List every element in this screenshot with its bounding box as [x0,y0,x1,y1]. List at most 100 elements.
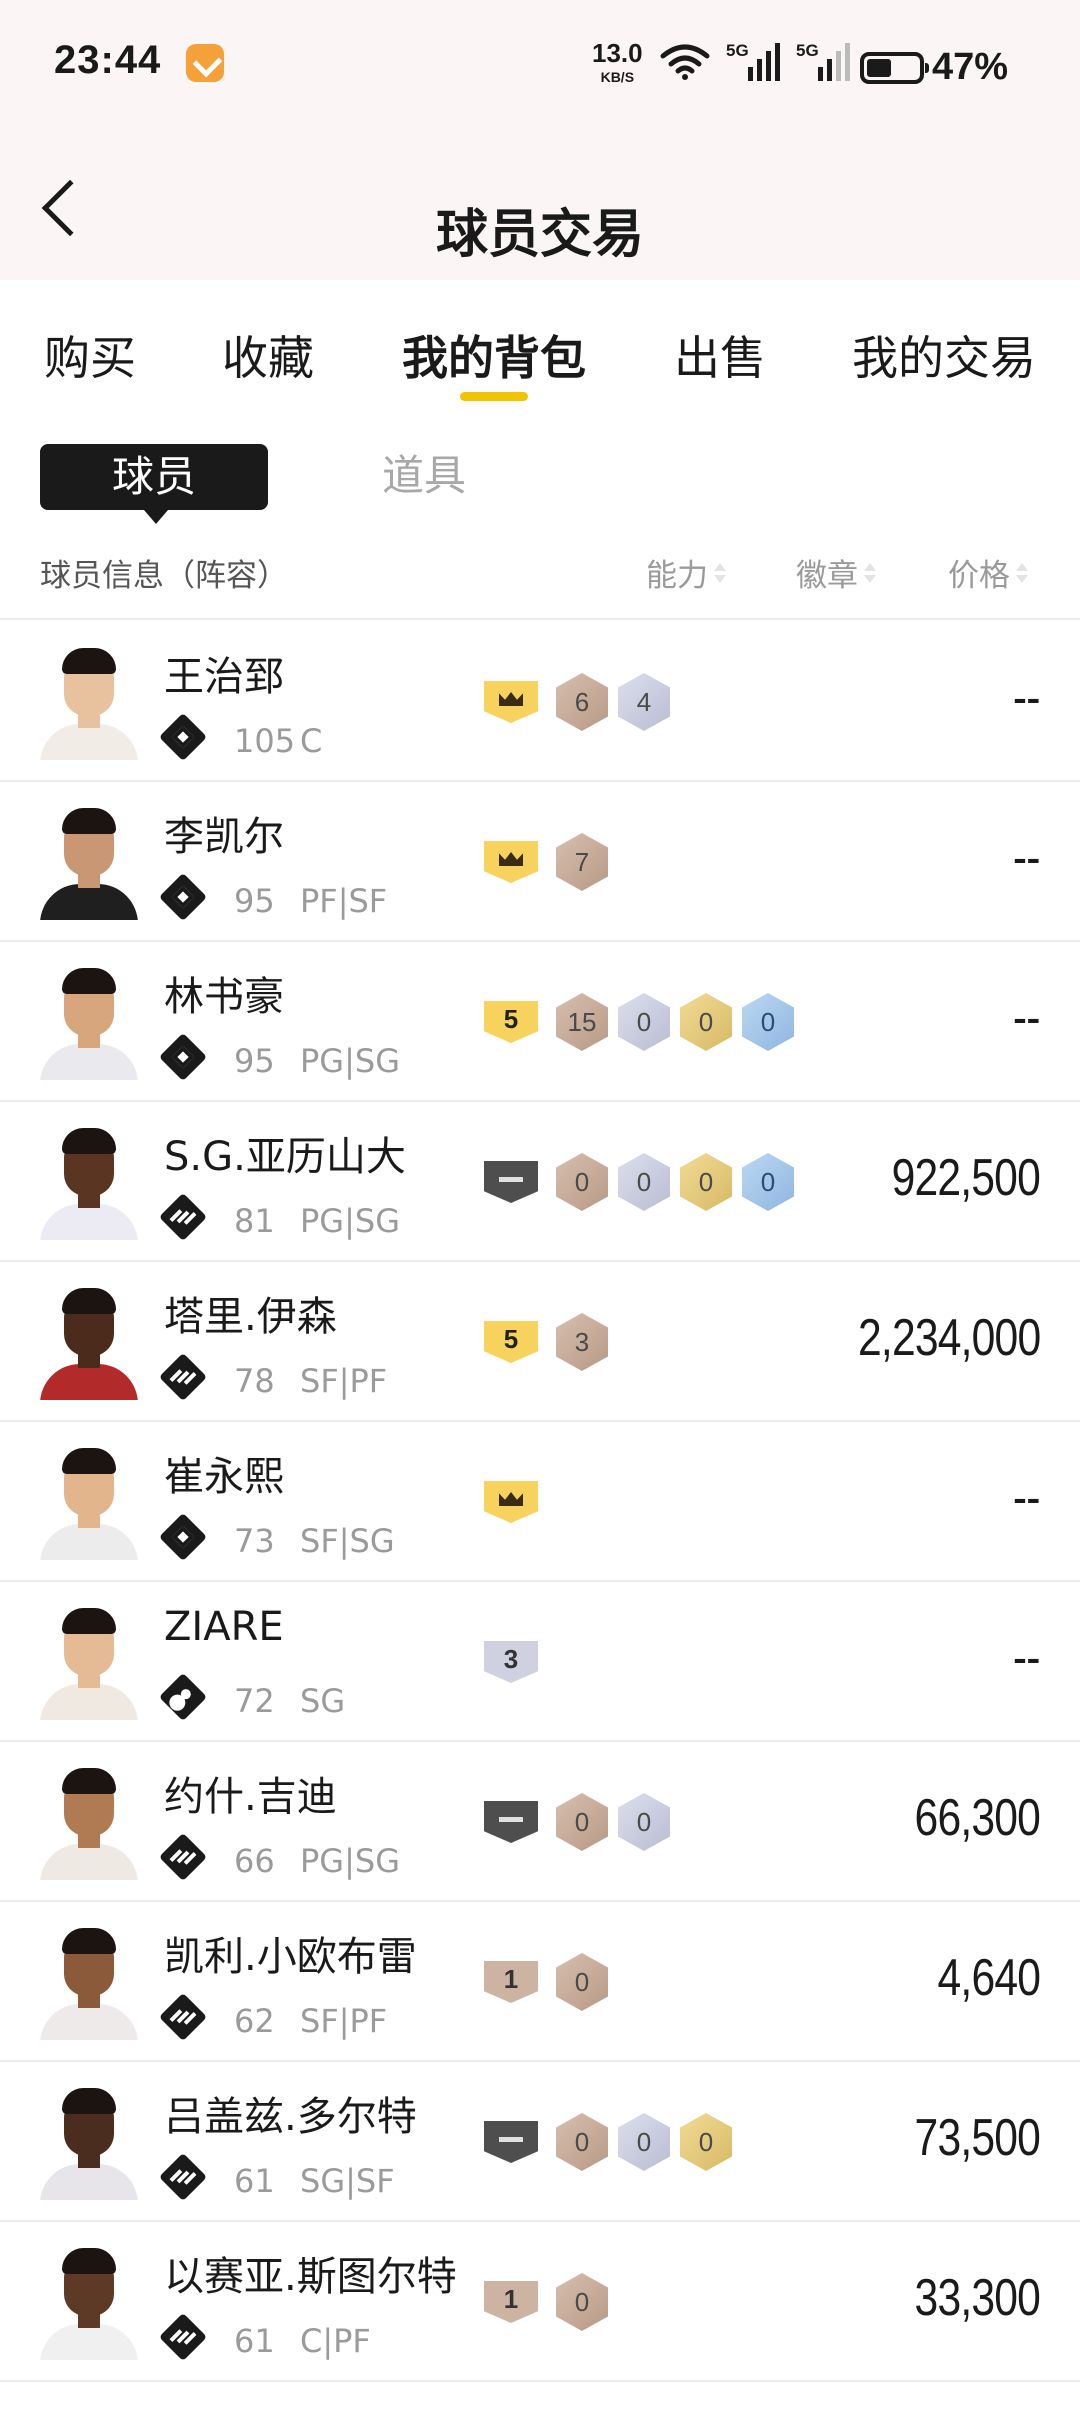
main-tabs: 购买 收藏 我的背包 出售 我的交易 [0,280,1080,410]
signal-5g-icon: 5G [726,41,780,81]
ability-shield-icon: 3 [484,1641,538,1683]
sort-price[interactable]: 价格 [948,550,1028,595]
player-avatar [40,642,138,760]
bars-tier-icon [158,2152,208,2202]
tab-buy[interactable]: 购买 [44,322,136,388]
ability-badges: 0000 [484,1152,794,1212]
player-row[interactable]: 崔永熙 73 SF|SG -- [0,1422,1080,1582]
star-tier-icon [158,1512,208,1562]
player-row[interactable]: ZIARE 72 SG 3 -- [0,1582,1080,1742]
player-avatar [40,1922,138,2040]
network-speed-value: 13.0 [592,38,643,68]
player-rating: 95 [234,882,275,920]
player-row[interactable]: 凯利.小欧布雷 62 SF|PF 1 0 4,640 [0,1902,1080,2062]
bars-tier-icon [158,2312,208,2362]
player-name: 王治郅 [164,654,284,700]
person-tier-icon [158,1672,208,1722]
star-tier-icon [158,1032,208,1082]
badge-count-icon: 0 [556,1953,608,2011]
sort-badge[interactable]: 徽章 [796,550,876,595]
ability-shield-icon [484,1801,538,1843]
sort-icon [1016,563,1028,583]
player-position: SF|PF [300,1362,388,1400]
player-row[interactable]: S.G.亚历山大 81 PG|SG 0000 922,500 [0,1102,1080,1262]
player-avatar [40,2242,138,2360]
player-price: -- [1013,1469,1041,1527]
ability-shield-icon: 1 [484,1961,538,2003]
ability-badges: 000 [484,2112,732,2172]
player-row[interactable]: 吕盖兹.多尔特 61 SG|SF 000 73,500 [0,2062,1080,2222]
badge-count-icon: 0 [680,993,732,1051]
badge-count-icon: 0 [680,2113,732,2171]
player-rating: 61 [234,2162,275,2200]
battery-status: 47% [860,46,1008,89]
player-price: -- [1013,669,1041,727]
ability-level: 1 [503,1963,519,1994]
badge-count-icon: 3 [556,1313,608,1371]
player-position: SF|SG [300,1522,395,1560]
badge-count-icon: 4 [618,673,670,731]
player-name: ZIARE [164,1604,284,1650]
player-row[interactable]: 林书豪 95 PG|SG 5 15 0 0 0 -- [0,942,1080,1102]
sort-icon [864,563,876,583]
player-row[interactable]: 塔里.伊森 78 SF|PF 5 3 2,234,000 [0,1262,1080,1422]
player-name: 林书豪 [164,974,284,1020]
signal-5g-icon-2: 5G [796,41,850,81]
player-price: 2,234,000 [857,1309,1041,1367]
ability-shield-icon: 5 [484,1321,538,1363]
player-name: 凯利.小欧布雷 [164,1934,417,1980]
ability-shield-icon [484,1161,538,1203]
player-position: C|PF [300,2322,371,2360]
status-time: 23:44 [54,38,162,82]
page-title: 球员交易 [435,205,644,265]
tab-my-trades[interactable]: 我的交易 [852,322,1036,388]
player-name: 塔里.伊森 [164,1294,337,1340]
player-position: PG|SG [300,1842,400,1880]
network-speed: 13.0 KB/S [592,38,643,85]
signal-5g-label-2: 5G [796,41,819,60]
player-row[interactable]: 以赛亚.斯图尔特 61 C|PF 1 0 33,300 [0,2222,1080,2382]
tab-favorites[interactable]: 收藏 [222,322,314,388]
ability-level: 5 [503,1323,519,1354]
badge-count-icon: 6 [556,673,608,731]
player-name: 吕盖兹.多尔特 [164,2094,417,2140]
player-rating: 95 [234,1042,275,1080]
subtab-players[interactable]: 球员 [40,444,268,524]
player-avatar [40,962,138,1080]
badge-count-icon: 0 [556,2273,608,2331]
badge-count-icon: 0 [556,1153,608,1211]
player-rating: 61 [234,2322,275,2360]
player-row[interactable]: 约什.吉迪 66 PG|SG 00 66,300 [0,1742,1080,1902]
dash-icon [499,1816,523,1822]
badge-count-icon: 7 [556,833,608,891]
wifi-icon [660,44,710,80]
bars-tier-icon [158,1192,208,1242]
sort-ability[interactable]: 能力 [646,550,726,595]
player-name: 约什.吉迪 [164,1774,337,1820]
player-avatar [40,802,138,920]
tab-sell[interactable]: 出售 [674,322,766,388]
ability-badges: 64 [484,672,670,732]
player-rating: 105 [234,722,296,760]
player-row[interactable]: 王治郅 105 C 64 -- [0,622,1080,782]
player-rating: 78 [234,1362,275,1400]
ability-shield-icon [484,681,538,723]
battery-icon [860,51,929,84]
header: 球员交易 [0,130,1080,280]
bars-tier-icon [158,1352,208,1402]
player-row[interactable]: 李凯尔 95 PF|SF 7 -- [0,782,1080,942]
ability-shield-icon [484,841,538,883]
tab-my-bag[interactable]: 我的背包 [402,322,586,388]
ability-shield-icon [484,1481,538,1523]
sort-price-label: 价格 [948,558,1010,594]
crown-icon [499,692,523,706]
badge-count-icon: 0 [618,1793,670,1851]
column-player-info: 球员信息（阵容） [40,558,288,594]
subtab-props[interactable]: 道具 [382,448,466,504]
player-avatar [40,1282,138,1400]
player-price: -- [1013,1629,1041,1687]
badge-count-icon: 0 [742,993,794,1051]
player-avatar [40,1762,138,1880]
badge-count-icon: 15 [556,993,608,1051]
badge-count-icon: 0 [556,1793,608,1851]
